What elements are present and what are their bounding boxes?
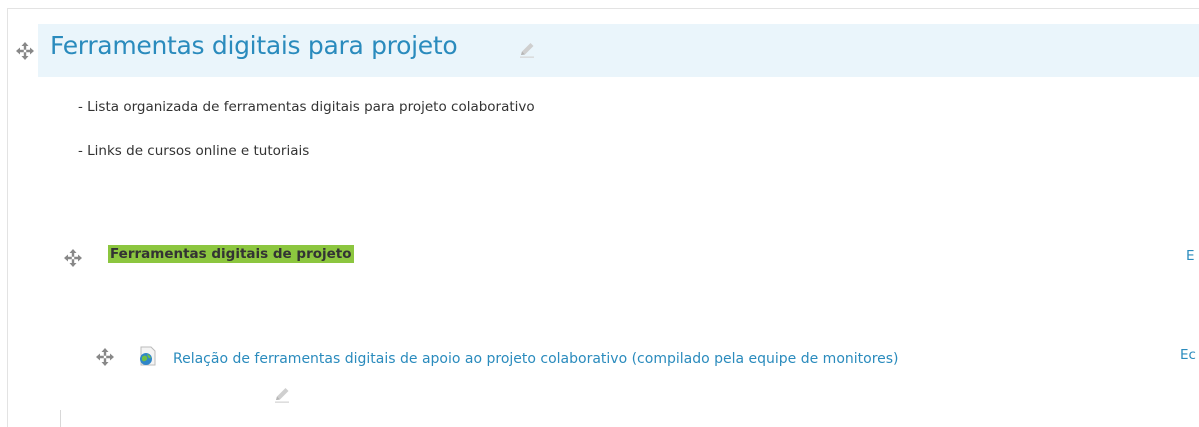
edit-resource-pencil-icon[interactable] bbox=[273, 386, 291, 408]
resource-edit-menu-link[interactable]: Ec bbox=[1180, 347, 1196, 363]
section-summary-line-2: - Links de cursos online e tutoriais bbox=[78, 143, 310, 159]
section-title[interactable]: Ferramentas digitais para projeto bbox=[50, 31, 458, 60]
resource-link[interactable]: Relação de ferramentas digitais de apoio… bbox=[137, 345, 1017, 374]
section-summary-line-1: - Lista organizada de ferramentas digita… bbox=[78, 99, 535, 115]
section-move-icon[interactable] bbox=[16, 42, 34, 60]
label-edit-menu-link[interactable]: E bbox=[1186, 248, 1195, 264]
label-highlighted-text: Ferramentas digitais de projeto bbox=[108, 245, 354, 263]
label-move-icon[interactable] bbox=[64, 249, 82, 267]
indent-divider bbox=[60, 410, 61, 427]
edit-title-pencil-icon[interactable] bbox=[518, 41, 536, 63]
resource-move-icon[interactable] bbox=[96, 348, 114, 366]
